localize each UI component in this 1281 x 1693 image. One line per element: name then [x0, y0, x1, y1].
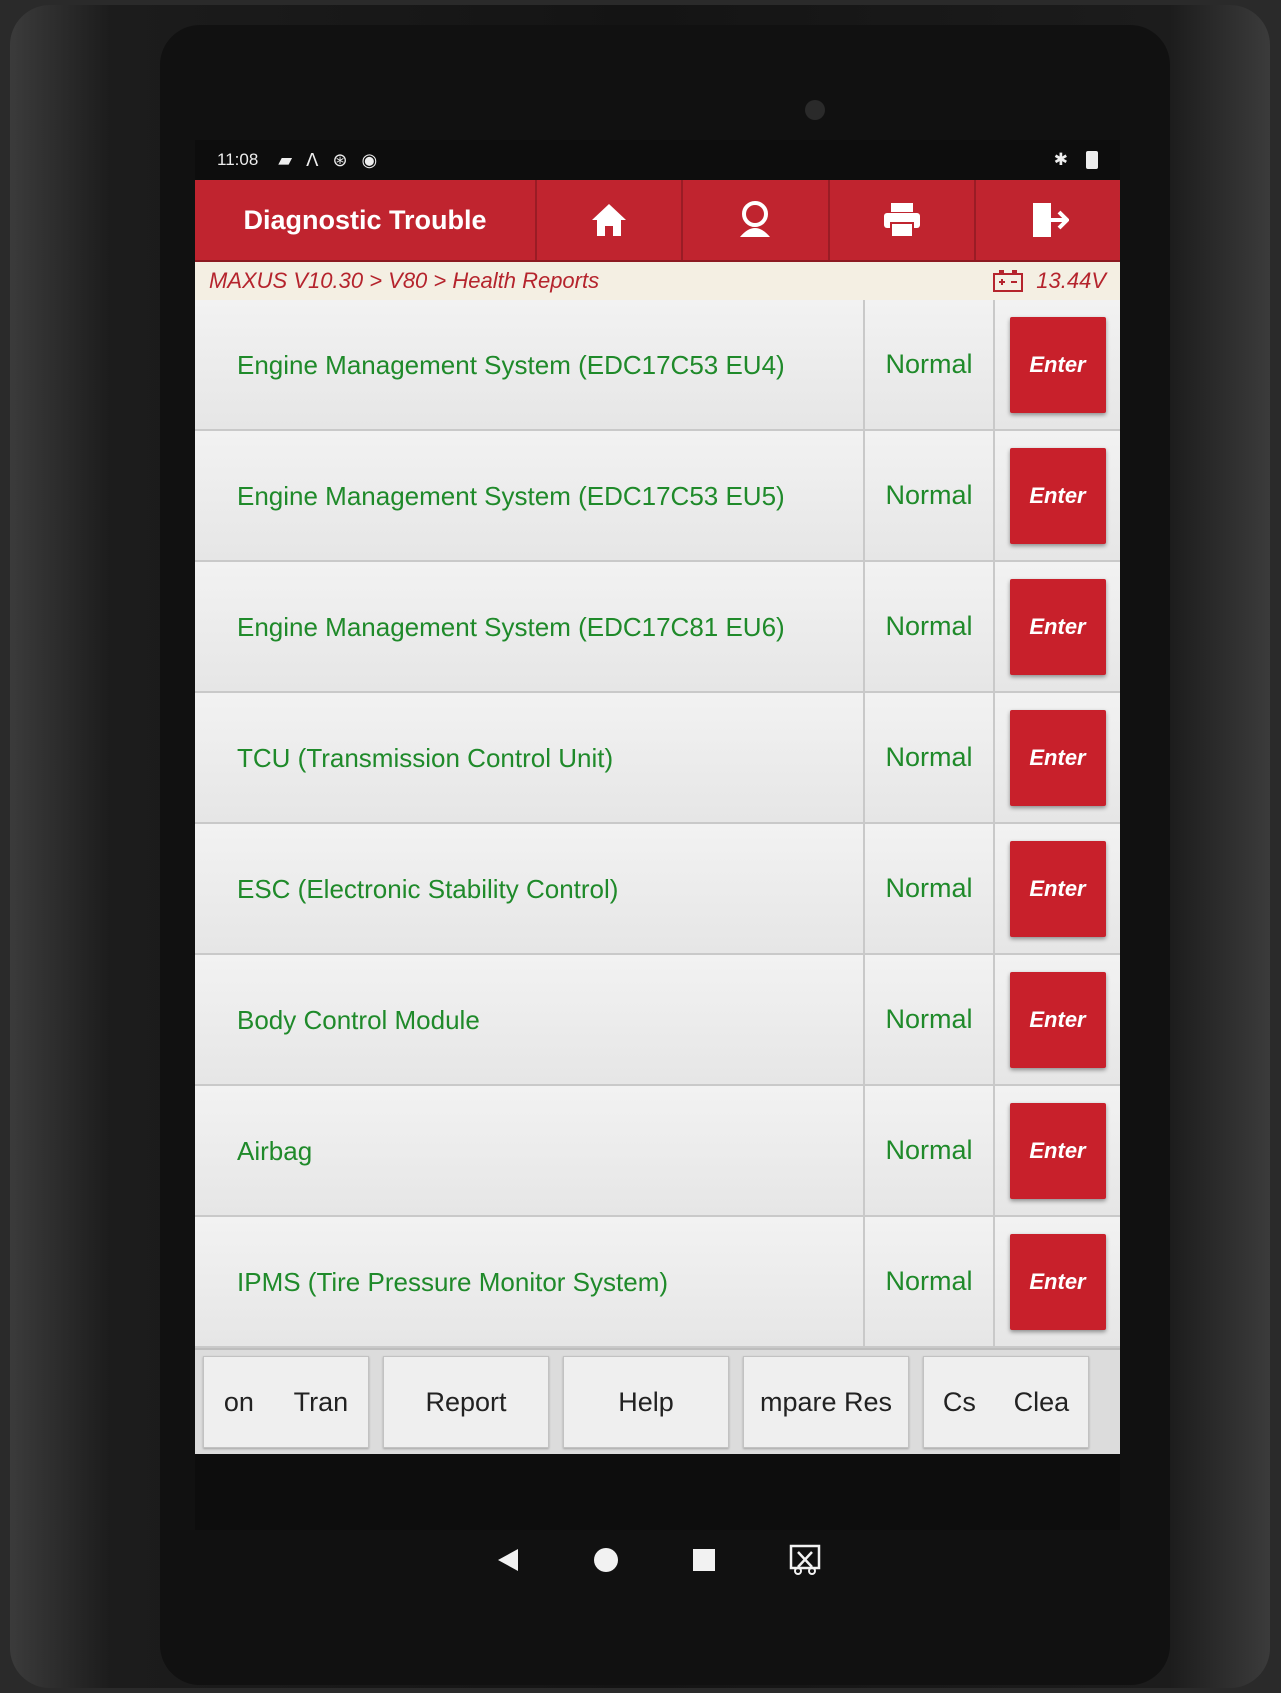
table-row: Body Control Module Normal Enter [195, 955, 1120, 1086]
system-name: Engine Management System (EDC17C53 EU4) [195, 300, 865, 429]
stethoscope-icon: ⴷ [306, 149, 319, 170]
voltage-readout: 13.44V [1036, 268, 1106, 293]
table-row: Engine Management System (EDC17C81 EU6) … [195, 562, 1120, 693]
android-nav-bar [195, 1530, 1120, 1590]
breadcrumb: MAXUS V10.30 > V80 > Health Reports 13.4… [195, 262, 1120, 300]
screenshot-icon[interactable] [788, 1543, 822, 1577]
home-button[interactable] [535, 180, 681, 260]
home-circle-icon[interactable] [592, 1546, 620, 1574]
enter-button[interactable]: Enter [1009, 316, 1106, 413]
battery-icon [1086, 151, 1098, 169]
home-icon [592, 204, 627, 236]
transfer-button[interactable]: on Tran [203, 1356, 369, 1448]
front-camera [805, 100, 825, 120]
system-name: Body Control Module [195, 955, 865, 1084]
status-bar: 11:08 ▰ ⴷ ⊛ ◉ ✱ [195, 140, 1120, 180]
system-status: Normal [865, 1217, 995, 1346]
user-button[interactable] [681, 180, 827, 260]
toolbar-label: Tran [293, 1386, 349, 1417]
system-status: Normal [865, 300, 995, 429]
system-name: IPMS (Tire Pressure Monitor System) [195, 1217, 865, 1346]
bottom-toolbar: on Tran Report Help mpare Res Cs Clea [195, 1348, 1120, 1454]
enter-button[interactable]: Enter [1009, 1233, 1106, 1330]
system-list: Engine Management System (EDC17C53 EU4) … [195, 300, 1120, 1348]
table-row: IPMS (Tire Pressure Monitor System) Norm… [195, 1217, 1120, 1348]
enter-button[interactable]: Enter [1009, 1102, 1106, 1199]
breadcrumb-path: MAXUS V10.30 > V80 > Health Reports [209, 268, 600, 293]
system-status: Normal [865, 693, 995, 822]
table-row: ESC (Electronic Stability Control) Norma… [195, 824, 1120, 955]
system-status: Normal [865, 562, 995, 691]
print-button[interactable] [827, 180, 974, 260]
toolbar-label: on [223, 1386, 254, 1417]
enter-button[interactable]: Enter [1009, 840, 1106, 937]
system-name: Engine Management System (EDC17C53 EU5) [195, 431, 865, 560]
user-icon [740, 201, 771, 237]
system-status: Normal [865, 955, 995, 1084]
exit-icon [1032, 203, 1069, 237]
enter-button[interactable]: Enter [1009, 578, 1106, 675]
enter-button[interactable]: Enter [1009, 447, 1106, 544]
battery-voltage-icon [993, 270, 1024, 292]
page-title: Diagnostic Trouble [243, 204, 487, 235]
compare-results-button[interactable]: mpare Res [743, 1356, 909, 1448]
clock: 11:08 [217, 150, 259, 169]
clear-dtcs-button[interactable]: Cs Clea [923, 1356, 1089, 1448]
enter-button[interactable]: Enter [1009, 971, 1106, 1068]
system-name: Airbag [195, 1086, 865, 1215]
image-icon: ▰ [278, 149, 293, 170]
system-name: TCU (Transmission Control Unit) [195, 693, 865, 822]
recents-icon[interactable] [690, 1546, 718, 1574]
table-row: Airbag Normal Enter [195, 1086, 1120, 1217]
system-name: Engine Management System (EDC17C81 EU6) [195, 562, 865, 691]
settings-circle-icon: ⊛ [332, 149, 348, 170]
help-button[interactable]: Help [563, 1356, 729, 1448]
toolbar-label: Cs [942, 1386, 976, 1417]
system-name: ESC (Electronic Stability Control) [195, 824, 865, 953]
toolbar-label: Clea [1013, 1386, 1070, 1417]
printer-icon [883, 203, 920, 238]
system-status: Normal [865, 824, 995, 953]
enter-button[interactable]: Enter [1009, 709, 1106, 806]
app-header: Diagnostic Trouble [195, 180, 1120, 262]
table-row: TCU (Transmission Control Unit) Normal E… [195, 693, 1120, 824]
bluetooth-icon: ✱ [1053, 150, 1068, 169]
table-row: Engine Management System (EDC17C53 EU4) … [195, 300, 1120, 431]
back-icon[interactable] [494, 1546, 522, 1574]
exit-button[interactable] [973, 180, 1120, 260]
system-status: Normal [865, 431, 995, 560]
chrome-icon: ◉ [361, 149, 378, 170]
screen: 11:08 ▰ ⴷ ⊛ ◉ ✱ Diagnostic Trouble MAXUS… [195, 140, 1120, 1530]
table-row: Engine Management System (EDC17C53 EU5) … [195, 431, 1120, 562]
report-button[interactable]: Report [383, 1356, 549, 1448]
system-status: Normal [865, 1086, 995, 1215]
